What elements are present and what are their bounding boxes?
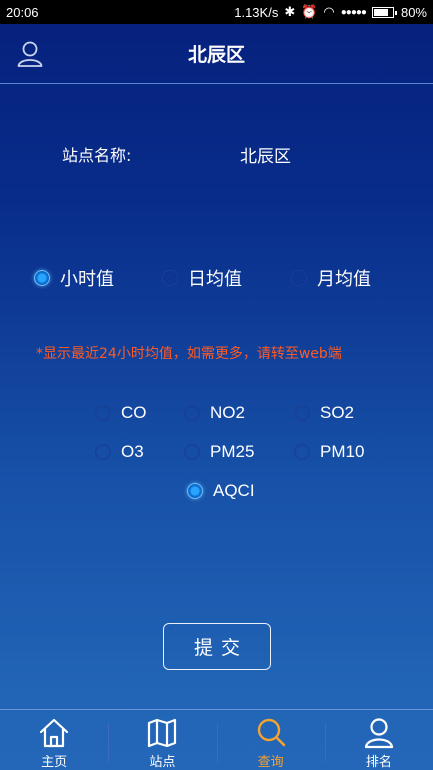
map-icon [148,718,177,748]
radio-no2[interactable]: NO2 [184,403,245,423]
radio-dot[interactable] [291,270,307,286]
submit-button[interactable]: 提交 [163,623,271,670]
radio-pm25[interactable]: PM25 [184,442,254,462]
status-right: 1.13K/s ✱ ⏰ ◠ ●●●●● 80% [234,4,427,20]
radio-dot[interactable] [184,405,200,421]
radio-label: 小时值 [60,269,114,290]
app-header: 北辰区 [0,24,433,84]
radio-label: PM25 [210,442,255,461]
network-speed: 1.13K/s [234,4,279,20]
radio-dot[interactable] [294,405,310,421]
nav-label: 查询 [257,755,284,770]
radio-label: 月均值 [317,269,371,290]
nav-item-home[interactable]: 主页 [0,710,108,770]
page-title: 北辰区 [187,44,245,66]
radio-label: SO2 [320,403,355,422]
radio-monthly-average[interactable]: 月均值 [291,265,371,291]
radio-label: 日均值 [188,269,242,290]
bottom-nav: 主页 站点 查询 排名 [0,709,433,770]
nav-label: 主页 [41,755,68,770]
nav-label: 站点 [149,755,176,770]
radio-dot[interactable] [184,444,200,460]
nav-item-stations[interactable]: 站点 [108,710,216,770]
station-name-label: 站点名称: [62,146,132,165]
nav-item-query[interactable]: 查询 [216,710,325,770]
search-icon [257,718,285,747]
radio-pm10[interactable]: PM10 [294,442,364,462]
radio-dot[interactable] [187,483,203,499]
radio-dot[interactable] [95,405,111,421]
battery-percent: 80% [400,4,427,20]
radio-dot[interactable] [294,444,310,460]
station-name-value: 北辰区 [240,147,291,167]
user-icon [364,718,393,749]
radio-dot[interactable] [95,444,111,460]
radio-label: AQCI [213,481,255,500]
status-time: 20:06 [6,4,39,20]
battery-icon [371,6,397,18]
bluetooth-icon: ✱ [284,4,296,19]
notice-text: *显示最近24小时均值，如需更多，请转至web端 [36,346,342,362]
radio-aqci[interactable]: AQCI [187,481,255,501]
signal-icon: ●●●●● [340,6,367,18]
radio-co[interactable]: CO [95,403,147,423]
radio-dot[interactable] [162,270,178,286]
radio-daily-average[interactable]: 日均值 [162,265,242,291]
nav-item-ranking[interactable]: 排名 [324,710,433,770]
radio-label: CO [121,403,147,422]
app-screen: 20:06 1.13K/s ✱ ⏰ ◠ ●●●●● 80% 北辰区 站点名称: … [0,0,433,770]
radio-label: NO2 [210,403,245,422]
wifi-icon: ◠ [323,4,335,19]
radio-label: PM10 [320,442,365,461]
home-icon [40,718,69,748]
radio-o3[interactable]: O3 [95,442,144,462]
nav-label: 排名 [365,755,392,770]
status-bar: 20:06 1.13K/s ✱ ⏰ ◠ ●●●●● 80% [0,0,433,24]
alarm-icon: ⏰ [301,4,318,19]
radio-dot[interactable] [34,270,50,286]
radio-hourly[interactable]: 小时值 [34,265,114,291]
radio-so2[interactable]: SO2 [294,403,354,423]
radio-label: O3 [121,442,144,461]
